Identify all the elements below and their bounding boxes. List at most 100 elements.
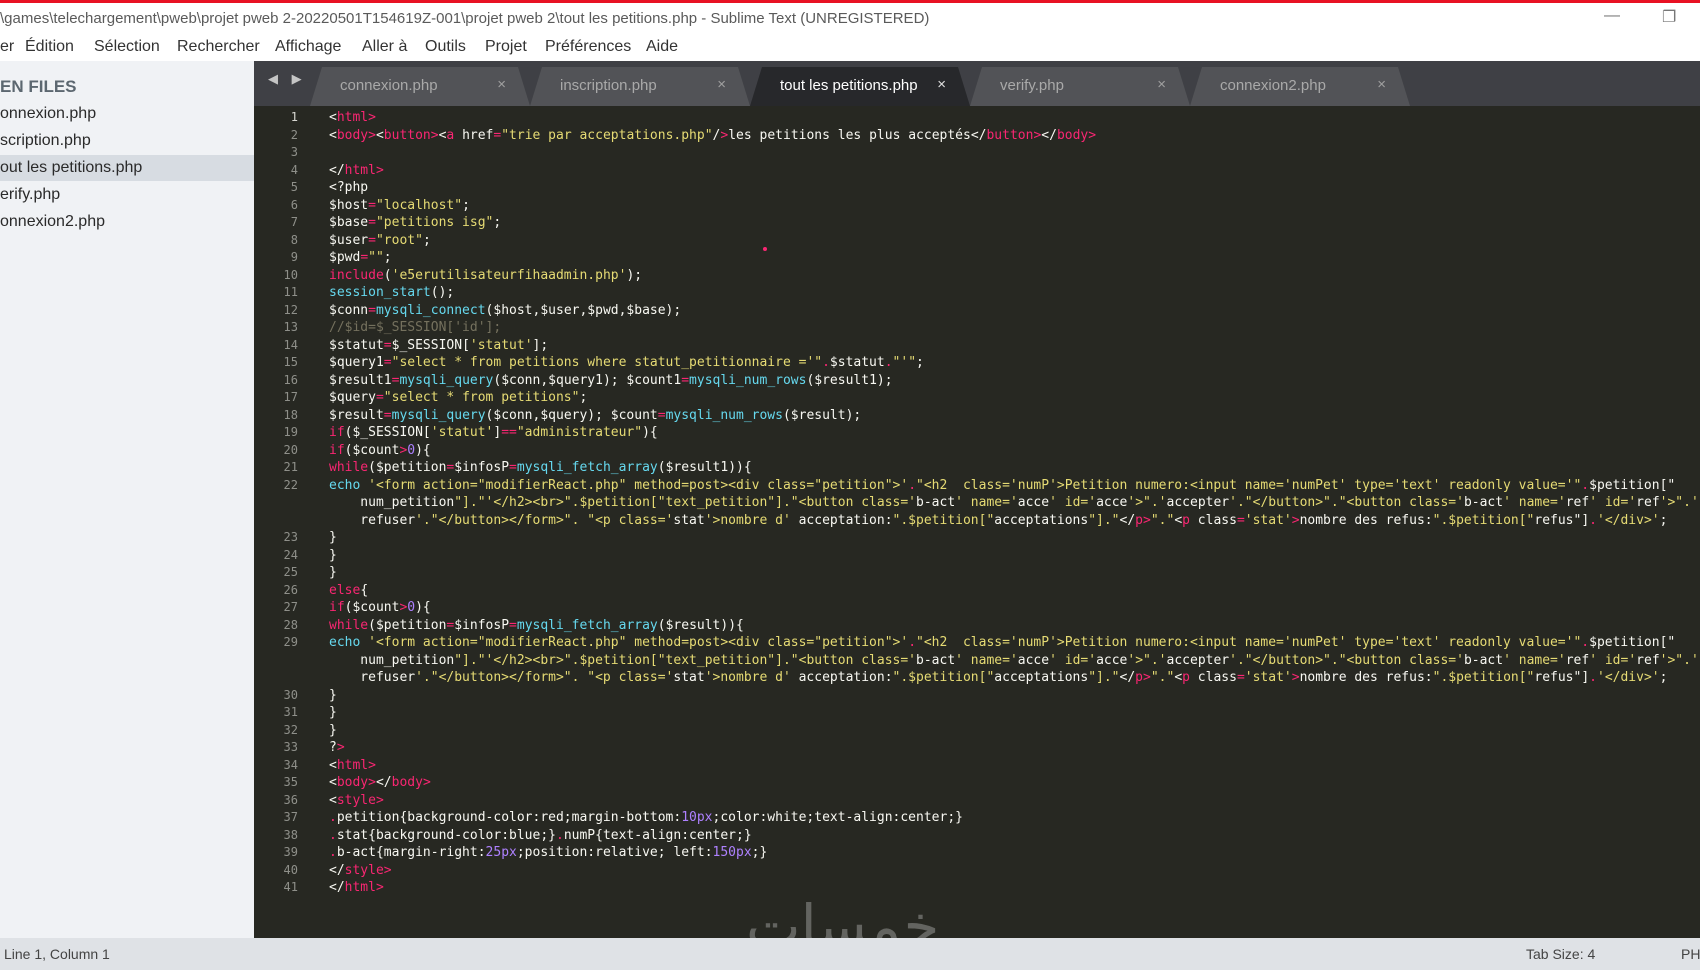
watermark: خمسات [746,892,940,938]
maximize-button[interactable]: ❐ [1662,7,1676,27]
code-line[interactable]: } [329,564,337,582]
code-line[interactable]: if($_SESSION['statut']=="administrateur"… [329,424,658,442]
line-number: 25 [283,565,298,579]
code-line[interactable]: .b-act{margin-right:25px;position:relati… [329,844,767,862]
code-line[interactable]: $user="root"; [329,232,431,250]
code-line[interactable]: } [329,704,337,722]
line-number: 15 [283,355,298,369]
code-line[interactable]: <html> [329,109,376,127]
code-line[interactable]: num_petition"]."'</h2><br>".$petition["t… [329,494,1699,512]
tab-label: tout les petitions.php [780,77,918,94]
title-bar: \games\telechargement\pweb\projet pweb 2… [0,3,1700,35]
menu-affichage[interactable]: Affichage [275,38,341,56]
code-line[interactable]: <body><button><a href="trie par acceptat… [329,127,1096,145]
code-line[interactable]: <style> [329,792,384,810]
line-number: 11 [283,285,298,299]
menu-edition[interactable]: Édition [25,38,74,56]
code-line[interactable]: } [329,687,337,705]
tab-nav-arrows-icon[interactable]: ◀ ▶ [268,71,307,87]
code-line[interactable]: refuser'."</button></form>". "<p class='… [329,512,1667,530]
tab-connexion[interactable]: connexion.php × [310,67,530,106]
code-line[interactable]: $base="petitions isg"; [329,214,501,232]
code-line[interactable]: echo '<form action="modifierReact.php" m… [329,634,1675,652]
menu-projet[interactable]: Projet [485,38,527,56]
status-bar: Line 1, Column 1 Tab Size: 4 PHP [0,938,1700,970]
code-line[interactable]: if($count>0){ [329,599,431,617]
line-number: 20 [283,442,298,457]
code-editor[interactable]: 1 2 3 4 5 6 7 8 9 10 11 12 13 14 15 16 17 18 19 20 21 22 23 24 2… [254,106,1700,938]
code-line[interactable]: </style> [329,862,392,880]
code-line[interactable]: $query="select * from petitions"; [329,389,587,407]
line-number: 37 [283,810,298,824]
sidebar-item-connexion2[interactable]: onnexion2.php [0,209,254,235]
menu-fichier[interactable]: er [0,38,14,56]
sidebar-item-tout-les-petitions[interactable]: out les petitions.php [0,155,254,181]
code-line[interactable]: while($petition=$infosP=mysqli_fetch_arr… [329,459,752,477]
code-line[interactable]: <?php [329,179,368,197]
code-line[interactable]: } [329,529,337,547]
sidebar-item-verify[interactable]: erify.php [0,182,254,208]
line-number: 32 [283,722,298,737]
menu-aller-a[interactable]: Aller à [362,38,407,56]
tab-inscription[interactable]: inscription.php × [530,67,750,106]
code-line[interactable]: <html> [329,757,376,775]
line-number: 12 [283,302,298,317]
line-number: 18 [283,407,298,422]
line-number: 17 [283,390,298,404]
tab-verify[interactable]: verify.php × [970,67,1190,106]
tab-connexion2[interactable]: connexion2.php × [1190,67,1410,106]
sidebar-item-inscription[interactable]: scription.php [0,128,254,154]
tab-label: verify.php [1000,77,1064,94]
menu-bar: er Édition Sélection Rechercher Affichag… [0,35,1700,61]
code-line[interactable]: //$id=$_SESSION['id']; [329,319,501,337]
code-line[interactable]: $query1="select * from petitions where s… [329,354,924,372]
tab-label: connexion2.php [1220,77,1326,94]
code-line[interactable]: $conn=mysqli_connect($host,$user,$pwd,$b… [329,302,681,320]
line-number: 34 [283,757,298,772]
tab-tout-les-petitions[interactable]: tout les petitions.php × [750,67,970,106]
code-line[interactable]: </html> [329,162,384,180]
code-line[interactable]: echo '<form action="modifierReact.php" m… [329,477,1675,495]
code-line[interactable]: } [329,547,337,565]
menu-preferences[interactable]: Préférences [545,38,631,56]
close-icon[interactable]: × [497,76,506,93]
code-line[interactable]: $host="localhost"; [329,197,470,215]
code-line[interactable]: if($count>0){ [329,442,431,460]
line-number: 14 [283,337,298,352]
close-icon[interactable]: × [1377,76,1386,93]
syntax-mode[interactable]: PHP [1681,946,1700,962]
menu-aide[interactable]: Aide [646,38,678,56]
code-line[interactable]: .petition{background-color:red;margin-bo… [329,809,963,827]
code-line[interactable]: ?> [329,739,345,757]
code-line[interactable]: num_petition"]."'</h2><br>".$petition["t… [329,652,1699,670]
line-number: 28 [283,617,298,632]
code-line[interactable]: $statut=$_SESSION['statut']; [329,337,548,355]
code-line[interactable]: else{ [329,582,368,600]
code-line[interactable]: refuser'."</button></form>". "<p class='… [329,669,1667,687]
line-number: 19 [283,425,298,439]
close-icon[interactable]: × [717,76,726,93]
code-line[interactable]: </html> [329,879,384,897]
tab-label: connexion.php [340,77,438,94]
code-line[interactable]: } [329,722,337,740]
line-number-gutter: 1 2 3 4 5 6 7 8 9 10 11 12 13 14 15 16 17 18 19 20 21 22 23 24 2… [254,106,314,938]
close-icon[interactable]: × [937,76,946,93]
code-line[interactable]: $result1=mysqli_query($conn,$query1); $c… [329,372,893,390]
sidebar-item-connexion[interactable]: onnexion.php [0,101,254,127]
minimize-button[interactable]: — [1604,7,1620,25]
line-number: 21 [283,460,298,474]
code-line[interactable]: <body></body> [329,774,431,792]
code-line[interactable]: $result=mysqli_query($conn,$query); $cou… [329,407,861,425]
menu-outils[interactable]: Outils [425,38,466,56]
code-line[interactable]: .stat{background-color:blue;}.numP{text-… [329,827,752,845]
code-line[interactable]: while($petition=$infosP=mysqli_fetch_arr… [329,617,744,635]
menu-selection[interactable]: Sélection [94,38,160,56]
close-icon[interactable]: × [1157,76,1166,93]
tab-size[interactable]: Tab Size: 4 [1526,946,1595,962]
cursor-position: Line 1, Column 1 [4,946,110,962]
line-number: 23 [283,530,298,544]
code-line[interactable]: $pwd=""; [329,249,392,267]
code-line[interactable]: session_start(); [329,284,454,302]
code-line[interactable]: include('e5erutilisateurfihaadmin.php'); [329,267,642,285]
menu-rechercher[interactable]: Rechercher [177,38,260,56]
